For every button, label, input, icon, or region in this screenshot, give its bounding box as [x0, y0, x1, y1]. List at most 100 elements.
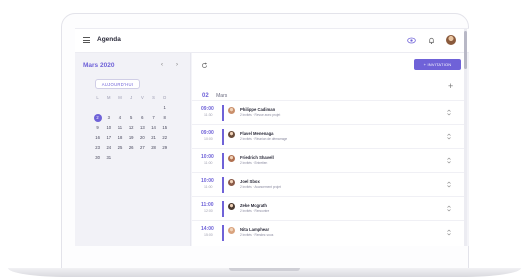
appointment-time: 11:00: [201, 202, 214, 208]
calendar-day[interactable]: 3: [103, 113, 114, 123]
calendar-day[interactable]: 4: [114, 113, 125, 123]
appointment-time: 10:00: [201, 178, 214, 184]
calendar-weekday: M: [118, 95, 122, 100]
calendar-day[interactable]: 28: [148, 143, 159, 153]
appointment-time: 14:00: [201, 226, 214, 232]
calendar-day[interactable]: 2: [92, 113, 103, 123]
calendar-day[interactable]: 29: [159, 143, 170, 153]
calendar-day[interactable]: 24: [103, 143, 114, 153]
calendar-weekday: D: [163, 95, 167, 100]
app-header: Agenda: [75, 29, 469, 53]
calendar-day[interactable]: 27: [137, 143, 148, 153]
calendar-day[interactable]: 14: [148, 123, 159, 133]
calendar-day[interactable]: 23: [92, 143, 103, 153]
reorder-icon[interactable]: [447, 205, 451, 212]
appointment-subtitle: 2 invités · Entretien: [240, 161, 268, 165]
calendar-day-number: 11: [117, 125, 123, 130]
appointment-subtitle: 2 invités · Réunion de démarrage: [240, 137, 288, 141]
plus-icon[interactable]: +: [448, 81, 453, 91]
calendar-day[interactable]: 30: [92, 153, 103, 163]
calendar-weekday: M: [107, 95, 111, 100]
reorder-icon[interactable]: [447, 229, 451, 236]
eye-icon[interactable]: [407, 36, 416, 45]
calendar-day[interactable]: 31: [103, 153, 114, 163]
calendar-day[interactable]: 1: [159, 103, 170, 113]
calendar-day-number: 23: [95, 145, 100, 150]
appointment-end-time: 11:00: [204, 185, 213, 189]
calendar-day[interactable]: 7: [148, 113, 159, 123]
appointment-accent-bar: [222, 201, 224, 217]
appointment-name: Flavel Menenaga: [240, 131, 274, 136]
calendar-day[interactable]: 20: [137, 133, 148, 143]
calendar-day[interactable]: 11: [114, 123, 125, 133]
calendar-day[interactable]: 18: [114, 133, 125, 143]
calendar-day-number: 2: [93, 114, 102, 122]
invite-button[interactable]: + INVITATION: [414, 59, 461, 70]
avatar: [228, 131, 235, 138]
bell-icon[interactable]: [427, 36, 436, 45]
appointment-accent-bar: [222, 105, 224, 121]
calendar-day[interactable]: 5: [126, 113, 137, 123]
appointment-accent-bar: [222, 225, 224, 241]
appointment-row[interactable]: 10:00 11:00 Friedrich Shavell 2 invités · E…: [192, 148, 464, 172]
appointment-end-time: 10:00: [204, 137, 213, 141]
calendar-day-number: 17: [106, 135, 112, 140]
appointment-row[interactable]: 09:00 10:00 Flavel Menenaga 2 invités · Réu…: [192, 124, 464, 148]
chevron-left-icon[interactable]: ‹: [161, 62, 163, 68]
calendar-day[interactable]: 19: [126, 133, 137, 143]
chevron-right-icon[interactable]: ›: [176, 62, 178, 68]
reorder-icon[interactable]: [447, 133, 451, 140]
avatar: [228, 179, 235, 186]
calendar-day[interactable]: 15: [159, 123, 170, 133]
calendar-day: [92, 103, 103, 113]
appointment-row[interactable]: 09:00 11:30 Philippe Cadiman 2 invités · Re…: [192, 100, 464, 124]
calendar-day-number: 27: [140, 145, 145, 150]
reorder-icon[interactable]: [447, 157, 451, 164]
calendar-day: [137, 153, 148, 163]
calendar-day[interactable]: 25: [114, 143, 125, 153]
calendar-day-number: 28: [151, 145, 156, 150]
calendar-day[interactable]: 9: [92, 123, 103, 133]
calendar-day[interactable]: 16: [92, 133, 103, 143]
calendar-day: [159, 153, 170, 163]
calendar-day[interactable]: 6: [137, 113, 148, 123]
appointment-name: Friedrich Shavell: [240, 155, 274, 160]
calendar-day[interactable]: 12: [126, 123, 137, 133]
calendar-day: [148, 103, 159, 113]
appointment-name: Philippe Cadiman: [240, 107, 276, 112]
date-month: Mars: [216, 93, 228, 99]
refresh-icon[interactable]: [201, 62, 208, 69]
hamburger-icon[interactable]: [83, 37, 90, 43]
calendar-day-number: 8: [163, 115, 166, 120]
appointment-accent-bar: [222, 177, 224, 193]
appointment-name: Zeke Mcgrath: [240, 203, 267, 208]
calendar-weekday-row: LMMJVSD: [92, 93, 182, 103]
scrollbar-thumb[interactable]: [464, 31, 467, 69]
calendar-day: [103, 103, 114, 113]
calendar-day[interactable]: 26: [126, 143, 137, 153]
calendar-day-number: 25: [117, 145, 123, 150]
calendar-day-number: 14: [151, 125, 156, 130]
appointment-list: 09:00 11:30 Philippe Cadiman 2 invités · Re…: [192, 100, 464, 244]
calendar-day[interactable]: 10: [103, 123, 114, 133]
appointment-row[interactable]: 14:00 15:00 Nita Lamphear 2 invités · Rende…: [192, 220, 464, 244]
calendar-weekday: L: [96, 95, 99, 100]
calendar-day[interactable]: 13: [137, 123, 148, 133]
calendar-day[interactable]: 22: [159, 133, 170, 143]
appointment-row[interactable]: 10:00 11:00 Joel Sbox 2 invités · Avancemen…: [192, 172, 464, 196]
appointment-row[interactable]: 11:00 12:00 Zeke Mcgrath 2 invités · Rencon…: [192, 196, 464, 220]
appointment-end-time: 12:00: [204, 209, 213, 213]
calendar-day[interactable]: 8: [159, 113, 170, 123]
month-label: Mars 2020: [83, 62, 115, 69]
calendar-day[interactable]: 21: [148, 133, 159, 143]
reorder-icon[interactable]: [447, 109, 451, 116]
reorder-icon[interactable]: [447, 181, 451, 188]
today-button[interactable]: AUJOURD'HUI: [95, 79, 140, 89]
appointment-subtitle: 2 invités · Rencontre: [240, 209, 270, 213]
calendar-weekday: V: [140, 95, 144, 100]
appointment-time: 09:00: [201, 130, 214, 136]
avatar[interactable]: [446, 35, 456, 45]
calendar-day[interactable]: 17: [103, 133, 114, 143]
calendar-day-number: 5: [129, 115, 133, 120]
calendar-day-number: 19: [128, 135, 134, 140]
